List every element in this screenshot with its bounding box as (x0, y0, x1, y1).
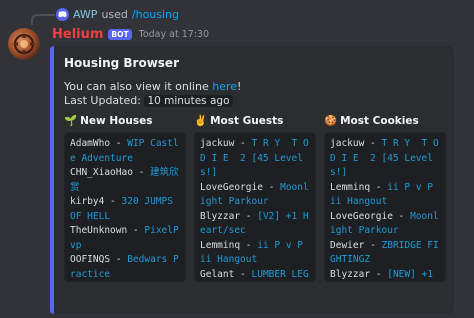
house-owner: OOFINQS (70, 254, 111, 265)
house-entry: jackuw - T R Y T O D I E 2 [45 Levels!] (330, 137, 440, 181)
house-owner: kirby4 (70, 196, 105, 207)
codeblock-most-guests: jackuw - T R Y T O D I E 2 [45 Levels!] L… (194, 132, 316, 282)
house-entry: Blyzzar - [NEW] +1 WIN/run (330, 268, 440, 282)
house-entry: Lemminq - ii P v P ii Hangout (200, 239, 309, 266)
house-entry: AdamWho - WIP Castle Adventure (70, 138, 179, 164)
house-owner: jackuw (330, 138, 365, 149)
house-entry: Lemminq - ii P v P ii Hangout (330, 181, 439, 208)
house-owner: AdamWho (70, 138, 111, 149)
desc-line1-prefix: You can also view it online (64, 80, 213, 93)
house-owner: LoveGeorgie (200, 181, 263, 193)
house-entry: CHN_XiaoHao - 建筑欣赏 (70, 167, 179, 193)
reply-username[interactable]: AWP (73, 8, 97, 21)
house-owner: TheUnknown (70, 225, 128, 236)
house-owner: Dewier (330, 239, 365, 251)
codeblock-most-cookies: jackuw - T R Y T O D I E 2 [45 Levels!] L… (324, 132, 446, 282)
online-link[interactable]: here (212, 80, 237, 93)
house-owner: Blyzzar (200, 210, 241, 222)
house-entry: LoveGeorgie - Moonlight Parkour (330, 210, 439, 237)
last-updated-label: Last Updated: (64, 94, 141, 107)
house-entry: OOFINQS - Bedwars Practice (70, 254, 179, 280)
house-entry: LoveGeorgie - Moonlight Parkour (200, 181, 309, 208)
bot-badge: BOT (108, 29, 132, 40)
codeblock-new-houses: AdamWho - WIP Castle Adventure CHN_XiaoHa… (64, 132, 186, 282)
house-entry: Gelant - LUMBER LEGENDS v2! (200, 268, 310, 282)
house-owner: Lemminq (330, 181, 371, 193)
house-owner: Lemminq (200, 239, 241, 251)
house-owner: CHN_XiaoHao (70, 167, 133, 178)
cookie-icon: 🍪 (324, 115, 338, 127)
house-owner: LoveGeorgie (330, 210, 393, 222)
last-updated-value: 10 minutes ago (144, 95, 233, 107)
seedling-icon: 🌱 (64, 115, 78, 127)
author-name[interactable]: Helium (52, 27, 103, 42)
house-owner: Blyzzar (330, 268, 371, 280)
house-entry: Dewier - ZBRIDGE FIGHTINGZ (330, 239, 439, 266)
house-entry: kirby4 - 320 JUMPS OF HELL (70, 196, 179, 222)
house-entry: jackuw - T R Y T O D I E 2 [45 Levels!] (200, 137, 310, 181)
house-entry: Blyzzar - [V2] +1 Heart/sec (200, 210, 309, 237)
reply-used-text: used (101, 8, 128, 21)
embed-description: You can also view it online here! Last U… (64, 80, 241, 108)
desc-line1-suffix: ! (237, 80, 242, 93)
message-timestamp: Today at 17:30 (138, 29, 210, 40)
reply-connector (31, 14, 55, 25)
reply-reference[interactable]: AWP used /housing (56, 8, 179, 21)
embed-card: Housing Browser You can also view it onl… (50, 46, 454, 314)
house-owner: Gelant (200, 268, 235, 280)
field-title-new-houses: 🌱 New Houses (64, 115, 153, 127)
house-entry: TheUnknown - PixelPvp (70, 225, 179, 251)
bot-avatar[interactable] (8, 28, 40, 60)
reply-command[interactable]: /housing (132, 8, 179, 21)
victory-hand-icon: ✌️ (194, 115, 208, 127)
field-title-most-cookies: 🍪 Most Cookies (324, 115, 419, 127)
embed-title: Housing Browser (64, 56, 179, 70)
field-title-most-guests: ✌️ Most Guests (194, 115, 284, 127)
discord-avatar-icon (56, 8, 69, 21)
message-header: Helium BOT Today at 17:30 (52, 27, 209, 42)
house-owner: jackuw (200, 138, 235, 149)
